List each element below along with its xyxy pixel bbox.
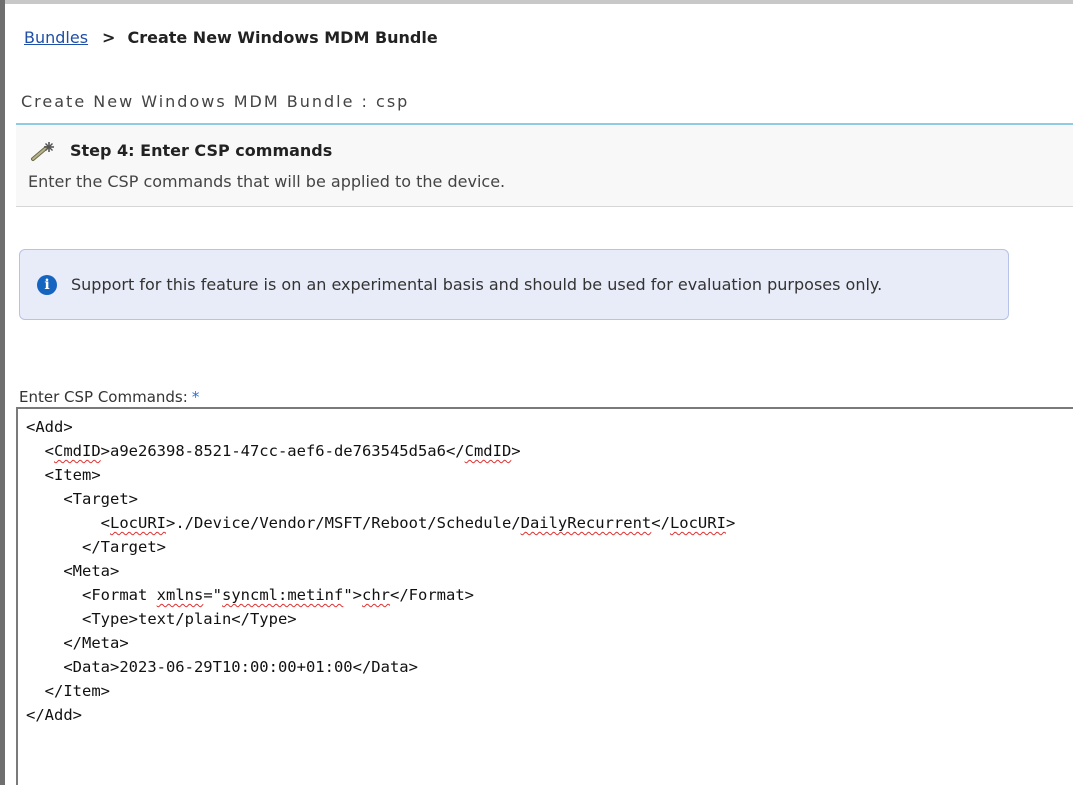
code-line: </Add> — [26, 706, 82, 724]
code-line: </Meta> — [26, 634, 129, 652]
code-line: <Target> — [26, 490, 138, 508]
spellcheck-flag: LocURI — [110, 514, 166, 532]
breadcrumb-current: Create New Windows MDM Bundle — [127, 28, 438, 47]
spellcheck-flag: chr — [362, 586, 390, 604]
spellcheck-flag: CmdID — [464, 442, 512, 460]
code-line: </Item> — [26, 682, 110, 700]
code-line: <LocURI>./Device/Vendor/MSFT/Reboot/Sche… — [26, 514, 736, 532]
step-title: Step 4: Enter CSP commands — [70, 141, 333, 160]
code-line: <CmdID>a9e26398-8521-47cc-aef6-de763545d… — [26, 442, 521, 460]
csp-commands-textarea[interactable]: <Add> <CmdID>a9e26398-8521-47cc-aef6-de7… — [16, 407, 1073, 785]
breadcrumb-separator: > — [102, 28, 116, 47]
step-description: Enter the CSP commands that will be appl… — [28, 172, 506, 191]
step-panel: Step 4: Enter CSP commands Enter the CSP… — [16, 126, 1073, 207]
notice-text: Support for this feature is on an experi… — [71, 275, 883, 294]
csp-commands-label-text: Enter CSP Commands: — [19, 388, 188, 406]
breadcrumb: Bundles > Create New Windows MDM Bundle — [24, 28, 438, 47]
code-line: <Format xmlns="syncml:metinf">chr</Forma… — [26, 586, 474, 604]
code-line: </Target> — [26, 538, 166, 556]
required-marker: * — [191, 388, 200, 406]
code-line: <Type>text/plain</Type> — [26, 610, 297, 628]
window-top-border — [0, 0, 1073, 4]
spellcheck-flag: xmlns — [156, 586, 204, 604]
csp-commands-label: Enter CSP Commands: * — [19, 388, 199, 406]
spellcheck-flag: CmdID — [54, 442, 101, 460]
experimental-notice: i Support for this feature is on an expe… — [19, 249, 1009, 320]
info-icon: i — [37, 274, 57, 295]
wand-icon — [30, 140, 56, 162]
code-line: <Item> — [26, 466, 101, 484]
spellcheck-flag: DailyRecurrent — [520, 514, 652, 532]
heading-divider — [16, 123, 1073, 125]
page-heading: Create New Windows MDM Bundle : csp — [21, 92, 410, 111]
code-line: <Meta> — [26, 562, 120, 580]
spellcheck-flag: syncml:metinf — [222, 586, 344, 604]
code-line: <Data>2023-06-29T10:00:00+01:00</Data> — [26, 658, 418, 676]
code-line: <Add> — [26, 418, 73, 436]
window-left-border — [0, 0, 5, 785]
spellcheck-flag: LocURI — [669, 514, 726, 532]
csp-commands-content[interactable]: <Add> <CmdID>a9e26398-8521-47cc-aef6-de7… — [26, 415, 735, 727]
breadcrumb-link-bundles[interactable]: Bundles — [24, 28, 88, 47]
